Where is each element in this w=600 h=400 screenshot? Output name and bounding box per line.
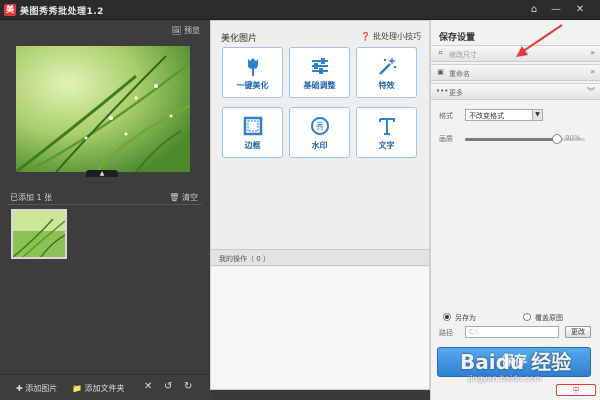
section-label: 重命名 bbox=[449, 70, 470, 78]
tile-text[interactable]: 文字 bbox=[356, 107, 417, 158]
tile-label: 水印 bbox=[311, 141, 328, 150]
section-rename[interactable]: ▣ 重命名 » bbox=[431, 64, 600, 81]
add-image-button[interactable]: ✚ 添加图片 bbox=[16, 383, 57, 394]
collapse-preview-toggle[interactable]: ▲ bbox=[86, 170, 118, 177]
image-list-panel: 🖼 预览 ▲ 已添加 1 张 � bbox=[0, 20, 210, 400]
tile-basic-adjust[interactable]: 基础调整 bbox=[289, 47, 350, 98]
beautify-header: 美化图片 bbox=[221, 34, 258, 44]
my-operations-bar: 我的操作（ 0 ） bbox=[211, 249, 429, 266]
watermark-stamp-icon: 秀 bbox=[290, 115, 349, 137]
clear-label: 清空 bbox=[182, 193, 198, 202]
tile-label: 基础调整 bbox=[303, 81, 336, 90]
title-bar: 美 美图秀秀批处理1.2 ⌂ — ✕ bbox=[0, 0, 600, 20]
preview-icon: 🖼 bbox=[171, 26, 182, 35]
tile-frame[interactable]: 边框 bbox=[222, 107, 283, 158]
beautify-panel: 美化图片 ❓ 批处理小技巧 一键美化 基础调整 特效 边框 秀 水印 文字 我的… bbox=[210, 20, 430, 390]
svg-text:秀: 秀 bbox=[316, 121, 324, 131]
annotation-arrow-icon bbox=[516, 24, 563, 57]
quality-value: 90% bbox=[565, 134, 581, 142]
divider bbox=[8, 204, 202, 205]
rotate-right-icon: ↻ bbox=[184, 381, 193, 392]
tips-link[interactable]: ❓ 批处理小技巧 bbox=[360, 31, 421, 42]
chevron-down-icon: ︾ bbox=[587, 87, 595, 96]
section-more[interactable]: ••• 更多 ︾ bbox=[431, 83, 600, 100]
magic-wand-icon bbox=[357, 55, 416, 77]
clear-button[interactable]: 🗑 清空 bbox=[169, 192, 198, 203]
add-folder-button[interactable]: 📁 添加文件夹 bbox=[72, 383, 125, 394]
rotate-left-icon: ↺ bbox=[164, 381, 173, 392]
format-value: 不改变格式 bbox=[469, 112, 504, 120]
save-settings-header: 保存设置 bbox=[439, 33, 476, 43]
overwrite-radio[interactable] bbox=[523, 313, 531, 321]
quality-slider-handle[interactable] bbox=[551, 134, 562, 144]
section-label: 修改尺寸 bbox=[449, 51, 477, 59]
path-label: 路径 bbox=[439, 329, 453, 337]
tile-effects[interactable]: 特效 bbox=[356, 47, 417, 98]
baidu-watermark: Baidu 经验 jingyan.baidu.com 中 bbox=[440, 346, 600, 400]
format-select[interactable]: 不改变格式 ▼ bbox=[465, 109, 543, 121]
save-as-radio[interactable] bbox=[443, 313, 451, 321]
frame-icon bbox=[223, 115, 282, 137]
tile-watermark[interactable]: 秀 水印 bbox=[289, 107, 350, 158]
chevron-right-icon: » bbox=[590, 67, 595, 76]
tulip-icon bbox=[223, 55, 282, 77]
help-icon: ❓ bbox=[360, 32, 371, 41]
chevron-right-icon: » bbox=[590, 48, 595, 57]
path-input[interactable]: C:\ bbox=[465, 326, 559, 338]
close-x-icon: ✕ bbox=[144, 381, 153, 392]
add-image-label: 添加图片 bbox=[25, 384, 58, 393]
sliders-icon bbox=[290, 55, 349, 77]
watermark-text: Baidu 经验 bbox=[460, 350, 572, 374]
text-t-icon bbox=[357, 115, 416, 137]
plus-icon: ✚ bbox=[16, 384, 23, 393]
dropdown-arrow-icon: ▼ bbox=[532, 110, 542, 120]
tile-label: 一键美化 bbox=[236, 81, 269, 90]
tips-label: 批处理小技巧 bbox=[373, 32, 421, 41]
tile-one-click-beautify[interactable]: 一键美化 bbox=[222, 47, 283, 98]
close-button[interactable]: ✕ bbox=[572, 2, 588, 17]
preview-label: 预览 bbox=[184, 26, 200, 35]
path-value: C:\ bbox=[469, 328, 479, 336]
window-title: 美图秀秀批处理1.2 bbox=[20, 7, 104, 17]
ime-badge: 中 bbox=[556, 384, 596, 396]
operations-list bbox=[211, 267, 429, 389]
left-toolbar: ✚ 添加图片 📁 添加文件夹 ✕ ↺ ↻ bbox=[0, 374, 210, 400]
rotate-left-button[interactable]: ↺ bbox=[164, 381, 172, 392]
change-path-button[interactable]: 更改 bbox=[565, 326, 591, 338]
crop-icon: ⌗ bbox=[438, 49, 443, 57]
skin-button[interactable]: ⌂ bbox=[526, 2, 542, 17]
preview-image bbox=[16, 46, 190, 172]
quality-label: 画质 bbox=[439, 135, 453, 143]
added-count-label: 已添加 1 张 bbox=[10, 193, 53, 202]
format-label: 格式 bbox=[439, 112, 453, 120]
watermark-url: jingyan.baidu.com bbox=[468, 374, 542, 383]
trash-icon: 🗑 bbox=[169, 193, 180, 202]
tile-label: 边框 bbox=[244, 141, 261, 150]
rotate-right-button[interactable]: ↻ bbox=[184, 381, 192, 392]
minimize-button[interactable]: — bbox=[548, 2, 564, 17]
overwrite-label: 覆盖原图 bbox=[535, 314, 563, 322]
folder-icon: 📁 bbox=[72, 384, 82, 393]
app-logo-icon: 美 bbox=[4, 4, 16, 16]
tile-label: 特效 bbox=[378, 81, 395, 90]
rename-icon: ▣ bbox=[437, 68, 444, 76]
delete-button[interactable]: ✕ bbox=[144, 381, 152, 392]
more-dots-icon: ••• bbox=[436, 87, 449, 95]
tile-label: 文字 bbox=[378, 141, 395, 150]
save-as-label: 另存为 bbox=[455, 314, 476, 322]
my-operations-label: 我的操作（ 0 ） bbox=[219, 255, 270, 263]
preview-button[interactable]: 🖼 预览 bbox=[171, 25, 200, 36]
add-folder-label: 添加文件夹 bbox=[84, 384, 125, 393]
quality-slider-fill bbox=[465, 138, 557, 141]
image-thumbnail[interactable] bbox=[11, 209, 67, 259]
section-label: 更多 bbox=[449, 89, 463, 97]
save-settings-panel: 保存设置 ⌗ 修改尺寸 » ▣ 重命名 » ••• 更多 ︾ 格式 不改变格式 … bbox=[430, 20, 600, 400]
